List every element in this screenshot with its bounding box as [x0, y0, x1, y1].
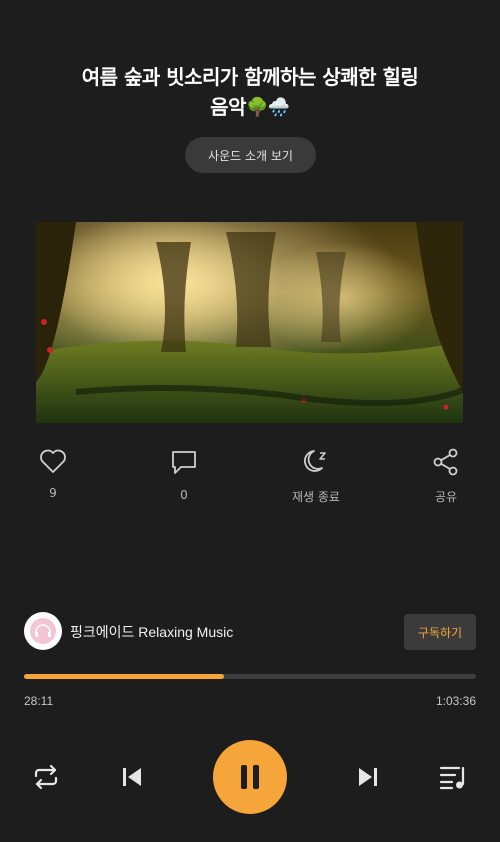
share-button[interactable]: 공유 — [406, 448, 486, 505]
album-artwork — [36, 222, 463, 423]
total-time: 1:03:36 — [435, 694, 476, 708]
headphones-icon — [35, 624, 51, 637]
heart-icon — [40, 449, 66, 473]
next-button[interactable] — [352, 762, 384, 792]
action-bar: 9 0 재생 종료 공유 — [0, 448, 500, 508]
channel-avatar[interactable] — [24, 612, 62, 650]
playback-controls — [0, 740, 500, 814]
playlist-icon — [439, 766, 465, 790]
sleep-timer-label: 재생 종료 — [292, 490, 340, 504]
previous-button[interactable] — [116, 762, 148, 792]
skip-previous-icon — [123, 768, 141, 786]
progress-fill — [24, 674, 225, 679]
tree-rain-emoji: 🌳🌧️ — [245, 97, 290, 118]
current-time: 28:11 — [24, 694, 54, 708]
track-title-line2: 음악 — [210, 95, 246, 119]
pause-icon — [241, 765, 259, 789]
channel-name[interactable]: 핑크에이드 Relaxing Music — [70, 622, 233, 642]
track-title: 여름 숲과 빗소리가 함께하는 상쾌한 힐링 음악🌳🌧️ — [40, 62, 460, 123]
repeat-button[interactable] — [30, 762, 62, 792]
forest-artwork-image — [36, 222, 463, 423]
pink-aid-logo — [30, 618, 56, 644]
share-label: 공유 — [434, 490, 458, 504]
channel-row: 핑크에이드 Relaxing Music 구독하기 — [24, 612, 476, 652]
like-button[interactable]: 9 — [13, 448, 93, 500]
track-title-line1: 여름 숲과 빗소리가 함께하는 상쾌한 힐링 — [81, 65, 419, 89]
skip-next-icon — [359, 768, 377, 786]
comment-button[interactable]: 0 — [144, 448, 224, 502]
subscribe-button[interactable]: 구독하기 — [404, 614, 476, 650]
comment-count: 0 — [180, 488, 188, 502]
progress-bar[interactable] — [24, 674, 476, 679]
playlist-button[interactable] — [437, 762, 469, 792]
sound-intro-button[interactable]: 사운드 소개 보기 — [185, 137, 316, 173]
pause-button[interactable] — [213, 740, 287, 814]
share-icon — [433, 448, 458, 476]
like-count: 9 — [49, 486, 57, 500]
comment-icon — [172, 451, 196, 474]
moon-sleep-icon — [304, 450, 326, 472]
repeat-icon — [34, 764, 58, 790]
sleep-timer-button[interactable]: 재생 종료 — [276, 448, 356, 505]
